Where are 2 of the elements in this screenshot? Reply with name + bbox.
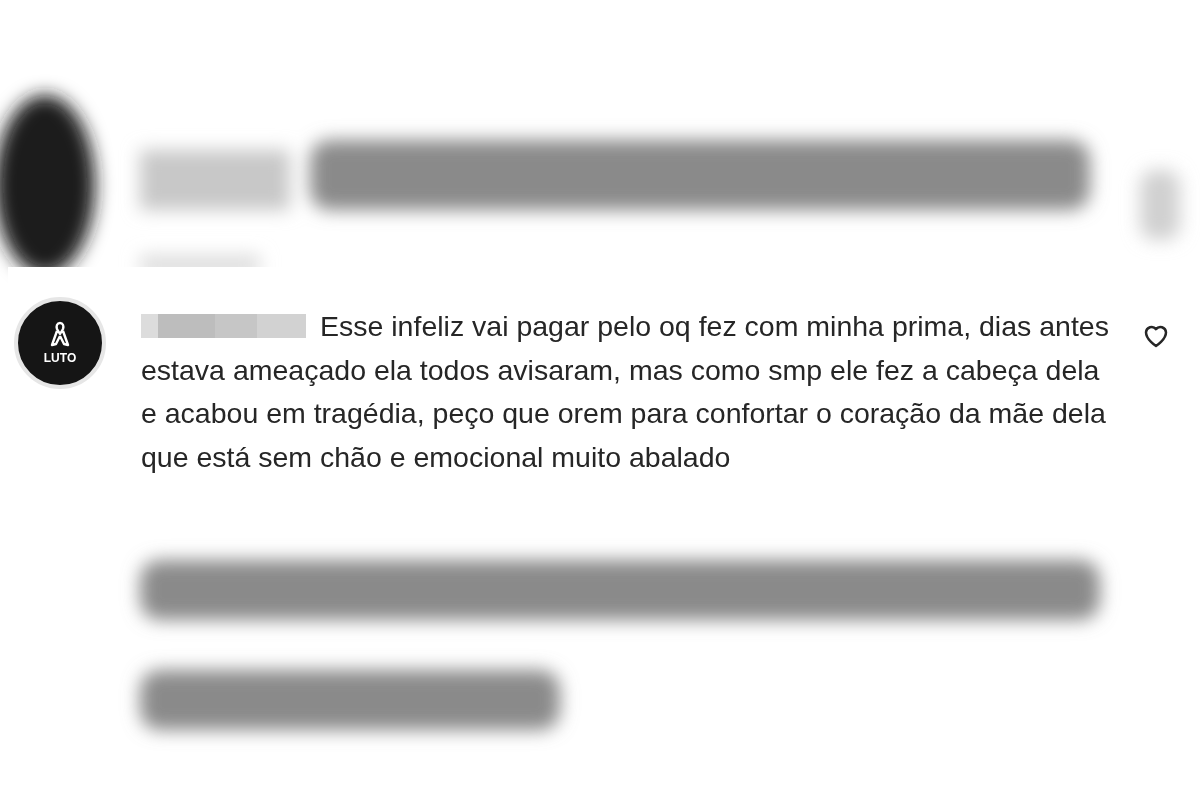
comment-text: Esse infeliz vai pagar pelo oq fez com minha prima, dias antes estava ameaçado ela todos avisaram, mas como smp ele fez a cabeça dela e acabou em tragédia, peço que orem para confortar o coração da mãe dela que está sem chão e emocional muito abalado — [141, 309, 1110, 475]
avatar-label: LUTO — [43, 351, 77, 365]
